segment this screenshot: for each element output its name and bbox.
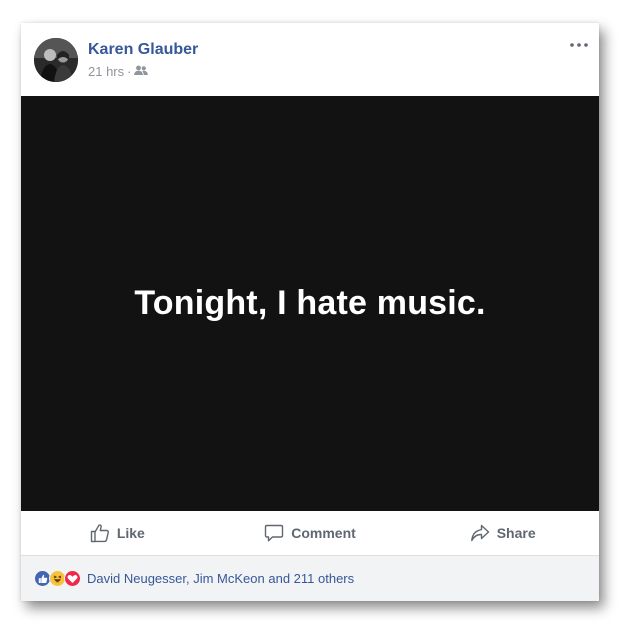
- post-time[interactable]: 21 hrs: [88, 64, 124, 79]
- post-content-text: Tonight, I hate music.: [134, 284, 486, 322]
- avatar-photo: [34, 38, 78, 82]
- author-name[interactable]: Karen Glauber: [88, 41, 198, 59]
- share-button[interactable]: Share: [406, 511, 599, 555]
- like-button[interactable]: Like: [21, 511, 214, 555]
- comment-button[interactable]: Comment: [214, 511, 407, 555]
- author-avatar[interactable]: [34, 38, 78, 82]
- more-options-icon[interactable]: [569, 37, 589, 53]
- comment-label: Comment: [291, 525, 356, 541]
- like-label: Like: [116, 525, 145, 541]
- share-label: Share: [496, 525, 536, 541]
- friends-icon[interactable]: [134, 64, 149, 79]
- post-content-image[interactable]: Tonight, I hate music.: [21, 96, 599, 511]
- reactions-text[interactable]: David Neugesser, Jim McKeon and 211 othe…: [87, 571, 354, 586]
- post-meta: 21 hrs ·: [88, 64, 149, 79]
- post-card: Karen Glauber 21 hrs · Tonight, I hate m: [21, 23, 599, 601]
- reactions-summary: David Neugesser, Jim McKeon and 211 othe…: [21, 556, 599, 601]
- love-reaction-icon: [64, 570, 81, 587]
- share-icon: [470, 524, 489, 542]
- reaction-icons[interactable]: [34, 570, 81, 587]
- post-header: Karen Glauber 21 hrs ·: [21, 23, 599, 96]
- comment-icon: [265, 524, 284, 542]
- meta-separator: ·: [127, 64, 132, 79]
- thumbs-up-icon: [90, 524, 109, 543]
- post-actions-bar: Like Comment Share: [21, 511, 599, 556]
